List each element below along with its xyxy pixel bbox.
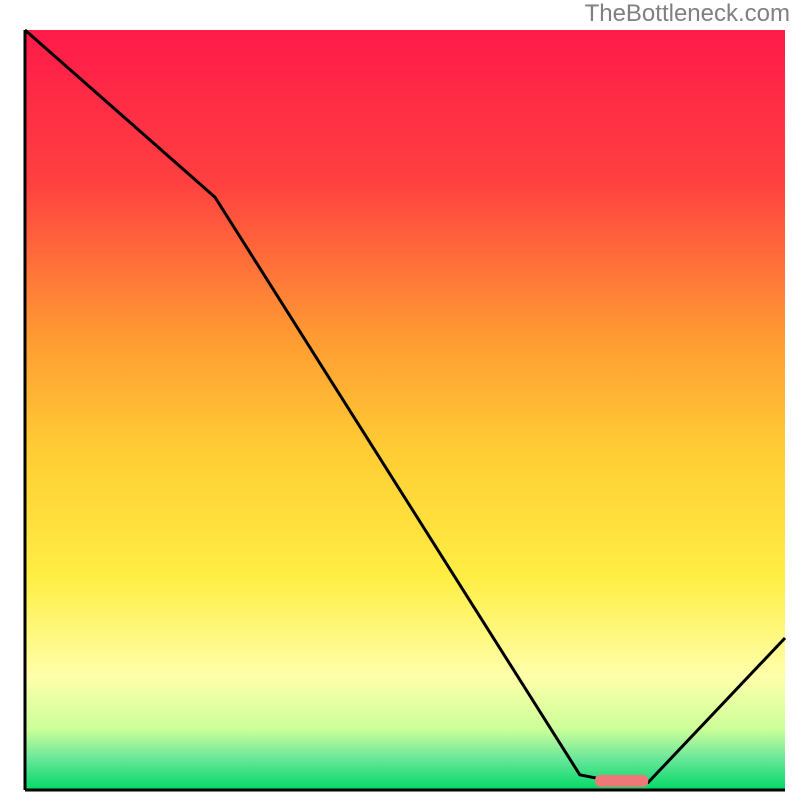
plot-background (25, 30, 785, 790)
bottleneck-chart (0, 0, 800, 800)
watermark-text: TheBottleneck.com (585, 0, 790, 28)
optimal-marker (595, 775, 648, 787)
chart-container: TheBottleneck.com (0, 0, 800, 800)
